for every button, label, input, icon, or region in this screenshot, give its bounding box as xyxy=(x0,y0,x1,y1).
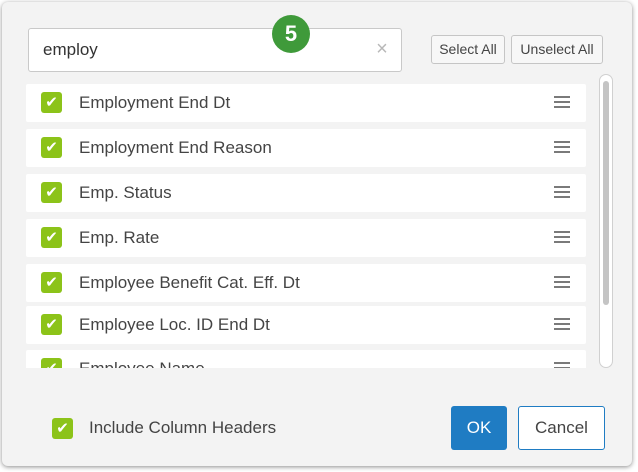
select-all-button[interactable]: Select All xyxy=(431,35,505,64)
drag-handle-icon[interactable] xyxy=(554,141,570,154)
cancel-button[interactable]: Cancel xyxy=(518,406,605,450)
check-icon[interactable]: ✔ xyxy=(41,358,62,368)
include-headers-label: Include Column Headers xyxy=(89,418,277,437)
drag-handle-icon[interactable] xyxy=(554,96,570,109)
list-item-label: Employment End Dt xyxy=(79,93,231,112)
list-item[interactable]: ✔ Employee Benefit Cat. Eff. Dt xyxy=(26,264,586,302)
ok-button[interactable]: OK xyxy=(451,406,507,450)
list-item-label: Emp. Status xyxy=(79,183,172,202)
list-item-label: Employee Benefit Cat. Eff. Dt xyxy=(79,273,300,292)
list-item-label: Emp. Rate xyxy=(79,228,160,247)
list-item[interactable]: ✔ Employment End Reason xyxy=(26,129,586,167)
check-icon[interactable]: ✔ xyxy=(41,272,62,293)
scrollbar-thumb[interactable] xyxy=(603,81,609,305)
list-item[interactable]: ✔ Employee Name xyxy=(26,350,586,368)
check-icon[interactable]: ✔ xyxy=(41,92,62,113)
list-item-label: Employee Name xyxy=(79,359,205,368)
step-number-badge: 5 xyxy=(272,15,310,53)
check-icon[interactable]: ✔ xyxy=(41,227,62,248)
list-item[interactable]: ✔ Emp. Status xyxy=(26,174,586,212)
list-item[interactable]: ✔ Employee Loc. ID End Dt xyxy=(26,306,586,344)
list-item-label: Employment End Reason xyxy=(79,138,272,157)
search-input[interactable] xyxy=(43,39,363,61)
list-item-label: Employee Loc. ID End Dt xyxy=(79,315,270,334)
list-scrollbar[interactable] xyxy=(599,74,613,368)
check-icon[interactable]: ✔ xyxy=(41,137,62,158)
check-icon[interactable]: ✔ xyxy=(41,182,62,203)
clear-icon[interactable]: × xyxy=(373,39,391,59)
unselect-all-button[interactable]: Unselect All xyxy=(511,35,603,64)
drag-handle-icon[interactable] xyxy=(554,362,570,368)
drag-handle-icon[interactable] xyxy=(554,276,570,289)
search-box[interactable]: × xyxy=(28,28,402,72)
drag-handle-icon[interactable] xyxy=(554,231,570,244)
list-item[interactable]: ✔ Employment End Dt xyxy=(26,84,586,122)
include-headers-checkbox[interactable]: ✔ xyxy=(52,418,73,439)
check-icon[interactable]: ✔ xyxy=(41,314,62,335)
column-chooser-dialog: × 5 Select All Unselect All ✔ Employment… xyxy=(2,2,632,466)
drag-handle-icon[interactable] xyxy=(554,318,570,331)
list-item[interactable]: ✔ Emp. Rate xyxy=(26,219,586,257)
column-list[interactable]: ✔ Employment End Dt ✔ Employment End Rea… xyxy=(26,84,588,368)
drag-handle-icon[interactable] xyxy=(554,186,570,199)
